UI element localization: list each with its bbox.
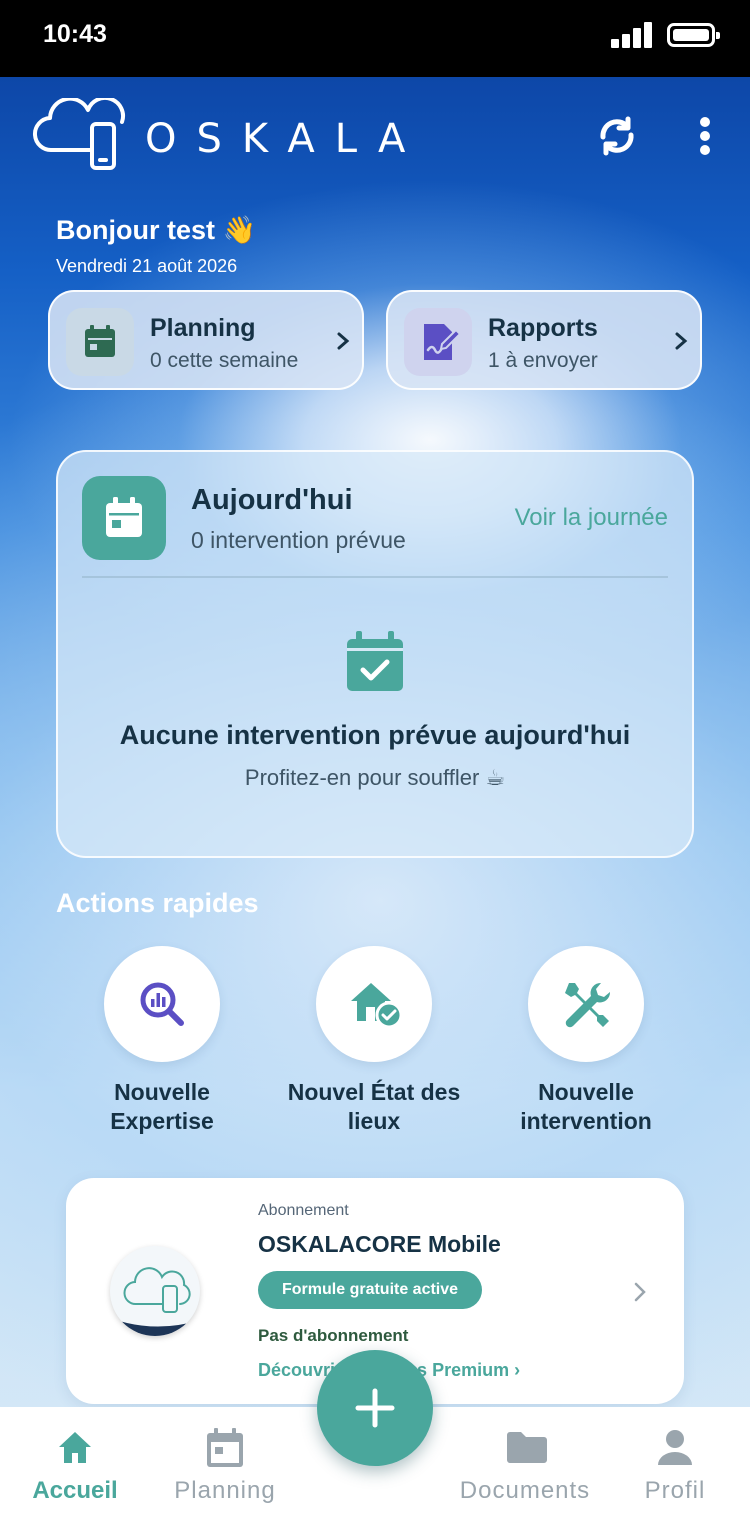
home-screen: 10:43 OSKALA Bonjour test 👋 Vendredi 21 … <box>0 0 750 1517</box>
rapports-icon-box <box>404 308 472 376</box>
greeting-title: Bonjour test 👋 <box>56 215 257 245</box>
subscription-logo <box>110 1246 200 1336</box>
planning-card-subtitle: 0 cette semaine <box>150 349 299 372</box>
empty-state-subtitle: Profitez-en pour souffler ☕ <box>244 765 506 790</box>
nav-item-accueil[interactable]: Accueil <box>0 1407 150 1517</box>
status-time: 10:43 <box>43 20 107 48</box>
quick-action-label-line2: intervention <box>520 1108 652 1134</box>
nav-label: Profil <box>644 1477 706 1504</box>
today-calendar-icon-box <box>82 476 166 560</box>
calendar-check-icon <box>347 631 403 691</box>
chevron-right-icon <box>634 1282 646 1302</box>
quick-action-label-line2: Expertise <box>110 1108 214 1134</box>
chevron-right-icon <box>675 332 688 350</box>
planning-summary-card[interactable]: Planning 0 cette semaine <box>48 290 364 390</box>
today-title: Aujourd'hui <box>191 484 353 516</box>
plus-icon <box>355 1388 395 1428</box>
house-check-icon <box>351 983 403 1029</box>
quick-action-label-line1: Nouvel État des <box>287 1079 461 1105</box>
tools-icon <box>565 982 611 1028</box>
subscription-name: OSKALACORE Mobile <box>258 1231 501 1257</box>
subscription-kicker: Abonnement <box>258 1202 349 1219</box>
status-bar: 10:43 <box>0 0 750 77</box>
subscription-status: Pas d'abonnement <box>258 1326 409 1345</box>
rapports-card-title: Rapports <box>488 314 598 342</box>
calendar-icon <box>207 1428 243 1467</box>
planning-card-title: Planning <box>150 314 256 342</box>
quick-action-label: Nouvelle Expertise <box>52 1078 272 1136</box>
calendar-icon <box>106 497 142 537</box>
cloud-phone-logo-icon <box>110 1267 200 1336</box>
quick-action-circle <box>316 946 432 1062</box>
quick-action-label-line1: Nouvelle <box>538 1079 634 1105</box>
nav-item-documents[interactable]: Documents <box>450 1407 600 1517</box>
sync-icon[interactable] <box>594 113 640 159</box>
quick-action-circle <box>528 946 644 1062</box>
quick-action-label-line2: lieux <box>347 1108 401 1134</box>
divider <box>82 576 668 578</box>
quick-action-label: Nouvel État des lieux <box>264 1078 484 1136</box>
today-card: Aujourd'hui 0 intervention prévue Voir l… <box>56 450 694 858</box>
signal-icon <box>611 22 653 48</box>
home-icon <box>59 1432 91 1463</box>
battery-icon <box>667 23 720 47</box>
rapports-summary-card[interactable]: Rapports 1 à envoyer <box>386 290 702 390</box>
nav-label: Documents <box>459 1477 591 1504</box>
cloud-phone-logo-icon <box>33 98 126 170</box>
more-vertical-icon[interactable] <box>690 113 720 159</box>
nav-label: Accueil <box>32 1477 118 1504</box>
empty-state-title: Aucune intervention prévue aujourd'hui <box>119 720 631 750</box>
plan-badge: Formule gratuite active <box>258 1271 483 1309</box>
see-day-link[interactable]: Voir la journée <box>515 504 668 532</box>
quick-action-circle <box>104 946 220 1062</box>
add-fab-button[interactable] <box>317 1350 433 1466</box>
current-date: Vendredi 21 août 2026 <box>56 256 238 276</box>
brand-name: OSKALA <box>145 116 426 162</box>
chevron-right-icon <box>337 332 350 350</box>
quick-actions-title: Actions rapides <box>56 888 259 918</box>
planning-icon-box <box>66 308 134 376</box>
folder-icon <box>507 1432 547 1463</box>
signature-document-icon <box>424 324 462 360</box>
today-subtitle: 0 intervention prévue <box>191 527 406 553</box>
nav-item-profil[interactable]: Profil <box>600 1407 750 1517</box>
rapports-card-subtitle: 1 à envoyer <box>488 349 598 372</box>
quick-action-label-line1: Nouvelle <box>114 1079 210 1105</box>
calendar-icon <box>85 325 115 357</box>
nav-item-planning[interactable]: Planning <box>150 1407 300 1517</box>
person-icon <box>658 1430 692 1465</box>
magnifier-chart-icon <box>140 982 184 1026</box>
quick-action-label: Nouvelle intervention <box>476 1078 696 1136</box>
nav-label: Planning <box>174 1477 276 1504</box>
